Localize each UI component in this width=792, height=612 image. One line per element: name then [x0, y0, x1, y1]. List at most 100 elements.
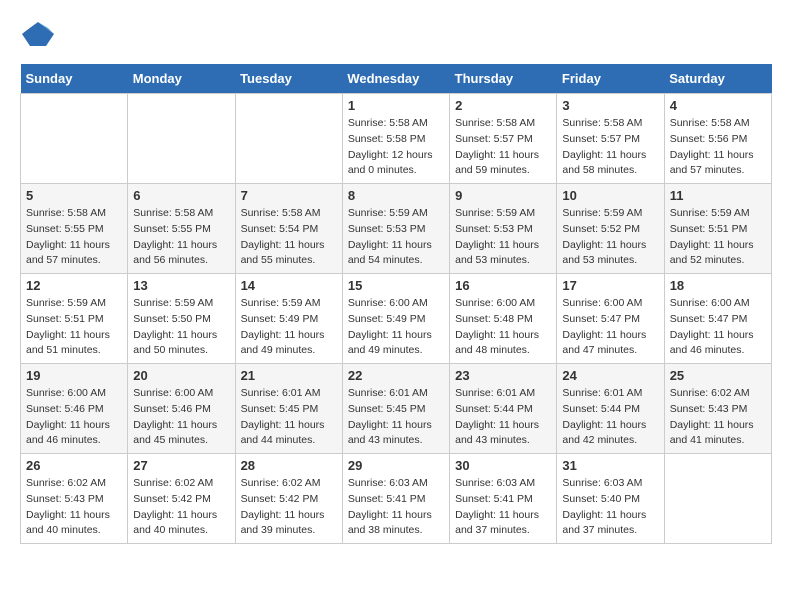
cell-info: Sunrise: 6:03 AMSunset: 5:41 PMDaylight:…	[348, 476, 444, 539]
day-number: 9	[455, 188, 551, 203]
weekday-header-friday: Friday	[557, 64, 664, 94]
day-number: 1	[348, 98, 444, 113]
calendar-cell: 30 Sunrise: 6:03 AMSunset: 5:41 PMDayligh…	[450, 454, 557, 544]
calendar-cell	[128, 94, 235, 184]
cell-info: Sunrise: 6:00 AMSunset: 5:46 PMDaylight:…	[26, 386, 122, 449]
day-number: 22	[348, 368, 444, 383]
cell-info: Sunrise: 6:02 AMSunset: 5:42 PMDaylight:…	[241, 476, 337, 539]
cell-info: Sunrise: 5:59 AMSunset: 5:52 PMDaylight:…	[562, 206, 658, 269]
day-number: 6	[133, 188, 229, 203]
cell-info: Sunrise: 5:59 AMSunset: 5:51 PMDaylight:…	[26, 296, 122, 359]
day-number: 2	[455, 98, 551, 113]
cell-info: Sunrise: 5:58 AMSunset: 5:55 PMDaylight:…	[26, 206, 122, 269]
calendar-cell: 6 Sunrise: 5:58 AMSunset: 5:55 PMDaylight…	[128, 184, 235, 274]
calendar-cell: 18 Sunrise: 6:00 AMSunset: 5:47 PMDayligh…	[664, 274, 771, 364]
calendar-cell: 1 Sunrise: 5:58 AMSunset: 5:58 PMDaylight…	[342, 94, 449, 184]
day-number: 23	[455, 368, 551, 383]
cell-info: Sunrise: 6:02 AMSunset: 5:43 PMDaylight:…	[26, 476, 122, 539]
cell-info: Sunrise: 5:59 AMSunset: 5:50 PMDaylight:…	[133, 296, 229, 359]
day-number: 28	[241, 458, 337, 473]
cell-info: Sunrise: 5:59 AMSunset: 5:53 PMDaylight:…	[455, 206, 551, 269]
calendar-cell: 19 Sunrise: 6:00 AMSunset: 5:46 PMDayligh…	[21, 364, 128, 454]
cell-info: Sunrise: 5:58 AMSunset: 5:58 PMDaylight:…	[348, 116, 444, 179]
day-number: 11	[670, 188, 766, 203]
cell-info: Sunrise: 6:00 AMSunset: 5:49 PMDaylight:…	[348, 296, 444, 359]
calendar-cell: 15 Sunrise: 6:00 AMSunset: 5:49 PMDayligh…	[342, 274, 449, 364]
calendar-table: SundayMondayTuesdayWednesdayThursdayFrid…	[20, 64, 772, 544]
cell-info: Sunrise: 6:00 AMSunset: 5:46 PMDaylight:…	[133, 386, 229, 449]
weekday-header-thursday: Thursday	[450, 64, 557, 94]
calendar-cell: 25 Sunrise: 6:02 AMSunset: 5:43 PMDayligh…	[664, 364, 771, 454]
cell-info: Sunrise: 6:00 AMSunset: 5:47 PMDaylight:…	[562, 296, 658, 359]
cell-info: Sunrise: 6:03 AMSunset: 5:41 PMDaylight:…	[455, 476, 551, 539]
calendar-cell	[664, 454, 771, 544]
calendar-cell: 12Sunrise: 5:59 AMSunset: 5:51 PMDayligh…	[21, 274, 128, 364]
calendar-cell: 11 Sunrise: 5:59 AMSunset: 5:51 PMDayligh…	[664, 184, 771, 274]
day-number: 19	[26, 368, 122, 383]
calendar-cell: 20 Sunrise: 6:00 AMSunset: 5:46 PMDayligh…	[128, 364, 235, 454]
calendar-cell: 3Sunrise: 5:58 AMSunset: 5:57 PMDaylight…	[557, 94, 664, 184]
cell-info: Sunrise: 6:03 AMSunset: 5:40 PMDaylight:…	[562, 476, 658, 539]
day-number: 13	[133, 278, 229, 293]
calendar-cell: 2 Sunrise: 5:58 AMSunset: 5:57 PMDaylight…	[450, 94, 557, 184]
page-header	[20, 20, 772, 48]
day-number: 29	[348, 458, 444, 473]
calendar-week-4: 19 Sunrise: 6:00 AMSunset: 5:46 PMDayligh…	[21, 364, 772, 454]
calendar-cell: 21 Sunrise: 6:01 AMSunset: 5:45 PMDayligh…	[235, 364, 342, 454]
day-number: 30	[455, 458, 551, 473]
weekday-header-row: SundayMondayTuesdayWednesdayThursdayFrid…	[21, 64, 772, 94]
calendar-cell: 17 Sunrise: 6:00 AMSunset: 5:47 PMDayligh…	[557, 274, 664, 364]
day-number: 25	[670, 368, 766, 383]
cell-info: Sunrise: 6:01 AMSunset: 5:45 PMDaylight:…	[348, 386, 444, 449]
day-number: 15	[348, 278, 444, 293]
calendar-week-5: 26 Sunrise: 6:02 AMSunset: 5:43 PMDayligh…	[21, 454, 772, 544]
calendar-cell: 26 Sunrise: 6:02 AMSunset: 5:43 PMDayligh…	[21, 454, 128, 544]
cell-info: Sunrise: 6:02 AMSunset: 5:43 PMDaylight:…	[670, 386, 766, 449]
calendar-cell: 14 Sunrise: 5:59 AMSunset: 5:49 PMDayligh…	[235, 274, 342, 364]
cell-info: Sunrise: 5:59 AMSunset: 5:53 PMDaylight:…	[348, 206, 444, 269]
calendar-cell: 10 Sunrise: 5:59 AMSunset: 5:52 PMDayligh…	[557, 184, 664, 274]
weekday-header-saturday: Saturday	[664, 64, 771, 94]
calendar-cell: 8 Sunrise: 5:59 AMSunset: 5:53 PMDaylight…	[342, 184, 449, 274]
calendar-week-1: 1 Sunrise: 5:58 AMSunset: 5:58 PMDaylight…	[21, 94, 772, 184]
day-number: 4	[670, 98, 766, 113]
cell-info: Sunrise: 5:59 AMSunset: 5:49 PMDaylight:…	[241, 296, 337, 359]
cell-info: Sunrise: 5:58 AMSunset: 5:56 PMDaylight:…	[670, 116, 766, 179]
calendar-cell: 27Sunrise: 6:02 AMSunset: 5:42 PMDayligh…	[128, 454, 235, 544]
cell-info: Sunrise: 5:58 AMSunset: 5:55 PMDaylight:…	[133, 206, 229, 269]
calendar-cell: 16 Sunrise: 6:00 AMSunset: 5:48 PMDayligh…	[450, 274, 557, 364]
calendar-week-2: 5 Sunrise: 5:58 AMSunset: 5:55 PMDaylight…	[21, 184, 772, 274]
cell-info: Sunrise: 5:58 AMSunset: 5:57 PMDaylight:…	[455, 116, 551, 179]
cell-info: Sunrise: 6:00 AMSunset: 5:47 PMDaylight:…	[670, 296, 766, 359]
day-number: 26	[26, 458, 122, 473]
calendar-cell: 31 Sunrise: 6:03 AMSunset: 5:40 PMDayligh…	[557, 454, 664, 544]
weekday-header-tuesday: Tuesday	[235, 64, 342, 94]
calendar-cell: 9 Sunrise: 5:59 AMSunset: 5:53 PMDaylight…	[450, 184, 557, 274]
cell-info: Sunrise: 5:58 AMSunset: 5:54 PMDaylight:…	[241, 206, 337, 269]
day-number: 8	[348, 188, 444, 203]
day-number: 3	[562, 98, 658, 113]
cell-info: Sunrise: 6:01 AMSunset: 5:45 PMDaylight:…	[241, 386, 337, 449]
day-number: 14	[241, 278, 337, 293]
cell-info: Sunrise: 5:59 AMSunset: 5:51 PMDaylight:…	[670, 206, 766, 269]
calendar-cell: 22 Sunrise: 6:01 AMSunset: 5:45 PMDayligh…	[342, 364, 449, 454]
day-number: 10	[562, 188, 658, 203]
day-number: 24	[562, 368, 658, 383]
weekday-header-monday: Monday	[128, 64, 235, 94]
day-number: 31	[562, 458, 658, 473]
cell-info: Sunrise: 6:02 AMSunset: 5:42 PMDaylight:…	[133, 476, 229, 539]
day-number: 18	[670, 278, 766, 293]
calendar-cell: 28 Sunrise: 6:02 AMSunset: 5:42 PMDayligh…	[235, 454, 342, 544]
weekday-header-wednesday: Wednesday	[342, 64, 449, 94]
calendar-cell: 29 Sunrise: 6:03 AMSunset: 5:41 PMDayligh…	[342, 454, 449, 544]
day-number: 16	[455, 278, 551, 293]
calendar-cell: 24Sunrise: 6:01 AMSunset: 5:44 PMDayligh…	[557, 364, 664, 454]
day-number: 20	[133, 368, 229, 383]
logo	[20, 20, 60, 48]
calendar-cell: 5 Sunrise: 5:58 AMSunset: 5:55 PMDaylight…	[21, 184, 128, 274]
day-number: 17	[562, 278, 658, 293]
day-number: 5	[26, 188, 122, 203]
cell-info: Sunrise: 6:00 AMSunset: 5:48 PMDaylight:…	[455, 296, 551, 359]
calendar-cell: 4 Sunrise: 5:58 AMSunset: 5:56 PMDaylight…	[664, 94, 771, 184]
day-number: 21	[241, 368, 337, 383]
